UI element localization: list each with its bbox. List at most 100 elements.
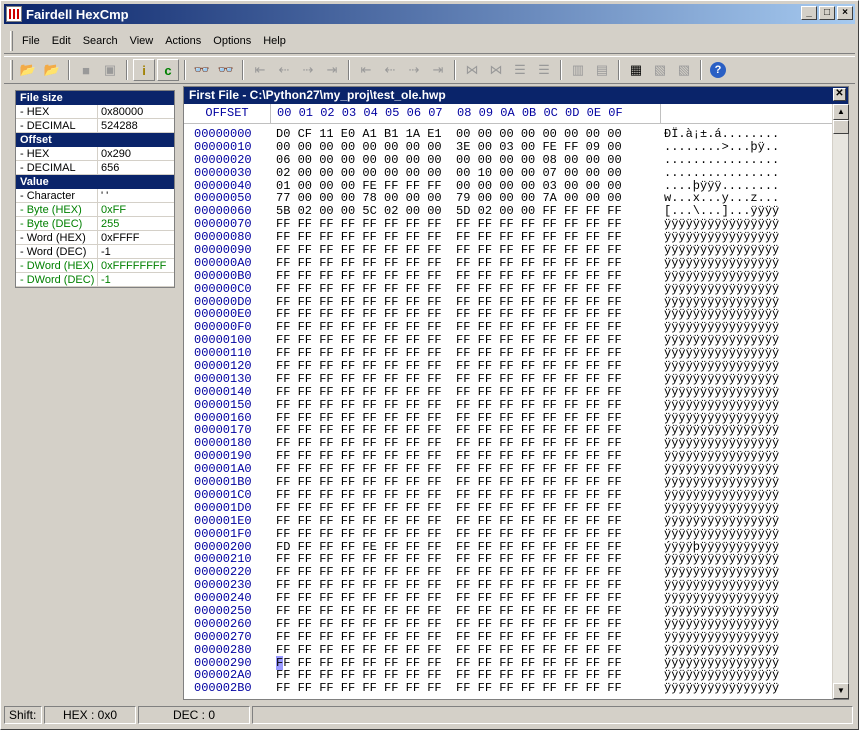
hex-view[interactable]: OFFSET 00 01 02 03 04 05 06 07 08 09 0A … [184,104,832,699]
ascii-row[interactable]: ÿÿÿÿÿÿÿÿÿÿÿÿÿÿÿÿ [664,527,832,541]
ascii-row[interactable]: ÿÿÿÿÿÿÿÿÿÿÿÿÿÿÿÿ [664,617,832,631]
prev-diff-icon[interactable]: ⇠ [273,59,295,81]
hex-row[interactable]: FF FF FF FF FF FF FF FF FF FF FF FF FF F… [276,360,660,373]
toolbar-grip[interactable] [10,60,13,80]
hex-row[interactable]: FF FF FF FF FF FF FF FF FF FF FF FF FF F… [276,501,660,515]
scroll-thumb[interactable] [833,120,849,134]
report-2-icon[interactable]: ▧ [673,59,695,81]
property-label: - Word (HEX) [16,231,98,244]
ascii-column[interactable]: ÐÏ.à¡±.á........ ........>...þÿ..........… [660,128,832,695]
next-block-icon[interactable]: ⇢ [403,59,425,81]
menu-actions[interactable]: Actions [159,33,207,49]
menu-file[interactable]: File [16,33,46,49]
hex-column[interactable]: D0 CF 11 E0 A1 B1 1A E1 00 00 00 00 00 0… [270,128,660,695]
last-diff-icon[interactable]: ⇥ [321,59,343,81]
menu-edit[interactable]: Edit [46,33,77,49]
title-bar[interactable]: Fairdell HexCmp _ □ × [4,4,855,24]
ascii-row[interactable]: ÿÿÿÿÿÿÿÿÿÿÿÿÿÿÿÿ [664,398,832,412]
unsync-icon[interactable]: ⋈ [485,59,507,81]
last-block-icon[interactable]: ⇥ [427,59,449,81]
report-icon[interactable]: ▧ [649,59,671,81]
ascii-row[interactable]: ÿÿÿÿÿÿÿÿÿÿÿÿÿÿÿÿ [664,257,832,270]
hex-row[interactable]: FF FF FF FF FF FF FF FF FF FF FF FF FF F… [276,605,660,618]
ascii-row[interactable]: ÿÿÿÿÿÿÿÿÿÿÿÿÿÿÿÿ [664,489,832,502]
ascii-row[interactable]: ÿÿÿÿÿÿÿÿÿÿÿÿÿÿÿÿ [664,373,832,386]
ascii-row[interactable]: ÿÿÿÿÿÿÿÿÿÿÿÿÿÿÿÿ [664,501,832,515]
sync-icon[interactable]: ⋈ [461,59,483,81]
menu-view[interactable]: View [124,33,160,49]
property-label: - Byte (HEX) [16,203,98,216]
hex-row[interactable]: FF FF FF FF FF FF FF FF FF FF FF FF FF F… [276,643,660,657]
hex-row[interactable]: FF FF FF FF FF FF FF FF FF FF FF FF FF F… [276,244,660,257]
close-button[interactable]: × [837,6,853,20]
hex-row[interactable]: FF FF FF FF FF FF FF FF FF FF FF FF FF F… [276,269,660,283]
maximize-button[interactable]: □ [819,6,835,20]
prev-block-icon[interactable]: ⇠ [379,59,401,81]
scroll-up-button[interactable]: ▲ [833,104,849,120]
ascii-row[interactable]: ÿÿÿÿÿÿÿÿÿÿÿÿÿÿÿÿ [664,605,832,618]
stop-icon[interactable]: ■ [75,59,97,81]
ascii-row[interactable]: ÿÿÿÿÿÿÿÿÿÿÿÿÿÿÿÿ [664,282,832,296]
ascii-row[interactable]: ÿÿÿÿÿÿÿÿÿÿÿÿÿÿÿÿ [664,682,832,695]
ascii-row[interactable]: ÿÿÿÿÿÿÿÿÿÿÿÿÿÿÿÿ [664,476,832,489]
hex-row[interactable]: FF FF FF FF FF FF FF FF FF FF FF FF FF F… [276,617,660,631]
file-panel-title: First File - C:\Python27\my_proj\test_ol… [184,87,848,104]
next-diff-icon[interactable]: ⇢ [297,59,319,81]
selected-byte[interactable]: F [276,655,284,670]
hex-row[interactable]: FF FF FF FF FF FF FF FF FF FF FF FF FF F… [276,630,660,644]
save-icon[interactable]: ▣ [99,59,121,81]
app-window: Fairdell HexCmp _ □ × File Edit Search V… [0,0,859,730]
hex-row[interactable]: FF FF FF FF FF FF FF FF FF FF FF FF FF F… [276,398,660,412]
offset-label: 00000120 [194,359,252,374]
info-icon[interactable]: i [133,59,155,81]
menu-options[interactable]: Options [207,33,257,49]
hex-row[interactable]: FF FF FF FF FF FF FF FF FF FF FF FF FF F… [276,373,660,386]
ascii-row[interactable]: ÿÿÿÿÿÿÿÿÿÿÿÿÿÿÿÿ [664,514,832,528]
ascii-row[interactable]: ÿÿÿÿÿÿÿÿÿÿÿÿÿÿÿÿ [664,630,832,644]
find-next-icon[interactable]: 👓 [215,59,237,81]
ascii-row[interactable]: ÐÏ.à¡±.á........ [664,128,832,141]
hex-row[interactable]: 06 00 00 00 00 00 00 00 00 00 00 00 08 0… [276,153,660,167]
menu-help[interactable]: Help [257,33,292,49]
hex-row[interactable]: FF FF FF FF FF FF FF FF FF FF FF FF FF F… [276,385,660,399]
hex-row[interactable]: FF FF FF FF FF FF FF FF FF FF FF FF FF F… [276,527,660,541]
help-icon[interactable]: ? [707,59,729,81]
hex-row[interactable]: FF FF FF FF FF FF FF FF FF FF FF FF FF F… [276,476,660,489]
ascii-row[interactable]: ÿÿÿÿÿÿÿÿÿÿÿÿÿÿÿÿ [664,244,832,257]
columns-icon[interactable]: ▥ [567,59,589,81]
hex-row[interactable]: FF FF FF FF FF FF FF FF FF FF FF FF FF F… [276,682,660,695]
status-empty [252,706,853,724]
ascii-row[interactable]: ................ [664,166,832,180]
find-icon[interactable]: 👓 [191,59,213,81]
compare-icon[interactable]: c [157,59,179,81]
ascii-row[interactable]: ........>...þÿ.. [664,140,832,154]
toolbar-separator [700,60,702,80]
hex-row[interactable]: FF FF FF FF FF FF FF FF FF FF FF FF FF F… [276,257,660,270]
close-panel-button[interactable]: ✕ [833,88,846,101]
menu-search[interactable]: Search [77,33,124,49]
window-layout-icon[interactable]: ▦ [625,59,647,81]
hex-row[interactable]: D0 CF 11 E0 A1 B1 1A E1 00 00 00 00 00 0… [276,128,660,141]
align-left-icon[interactable]: ☰ [509,59,531,81]
first-block-icon[interactable]: ⇤ [355,59,377,81]
minimize-button[interactable]: _ [801,6,817,20]
ascii-row[interactable]: ................ [664,153,832,167]
ascii-row[interactable]: ÿÿÿÿÿÿÿÿÿÿÿÿÿÿÿÿ [664,360,832,373]
list-icon[interactable]: ▤ [591,59,613,81]
ascii-row[interactable]: ÿÿÿÿÿÿÿÿÿÿÿÿÿÿÿÿ [664,385,832,399]
ascii-row[interactable]: ÿÿÿÿÿÿÿÿÿÿÿÿÿÿÿÿ [664,643,832,657]
ascii-row[interactable]: ÿÿÿÿÿÿÿÿÿÿÿÿÿÿÿÿ [664,269,832,283]
scroll-down-button[interactable]: ▼ [833,683,849,699]
open-file-2-icon[interactable]: 📂 [41,59,63,81]
hex-row[interactable]: FF FF FF FF FF FF FF FF FF FF FF FF FF F… [276,282,660,296]
hex-row[interactable]: 02 00 00 00 00 00 00 00 00 10 00 00 07 0… [276,166,660,180]
hex-row[interactable]: FF FF FF FF FF FF FF FF FF FF FF FF FF F… [276,489,660,502]
menu-grip[interactable] [10,30,13,51]
first-diff-icon[interactable]: ⇤ [249,59,271,81]
hex-row[interactable]: FF FF FF FF FF FF FF FF FF FF FF FF FF F… [276,514,660,528]
align-right-icon[interactable]: ☰ [533,59,555,81]
offset-label: 000001E0 [194,513,252,528]
hex-row[interactable]: 00 00 00 00 00 00 00 00 3E 00 03 00 FE F… [276,140,660,154]
vertical-scrollbar[interactable]: ▲ ▼ [832,104,849,699]
open-file-1-icon[interactable]: 📂 [17,59,39,81]
